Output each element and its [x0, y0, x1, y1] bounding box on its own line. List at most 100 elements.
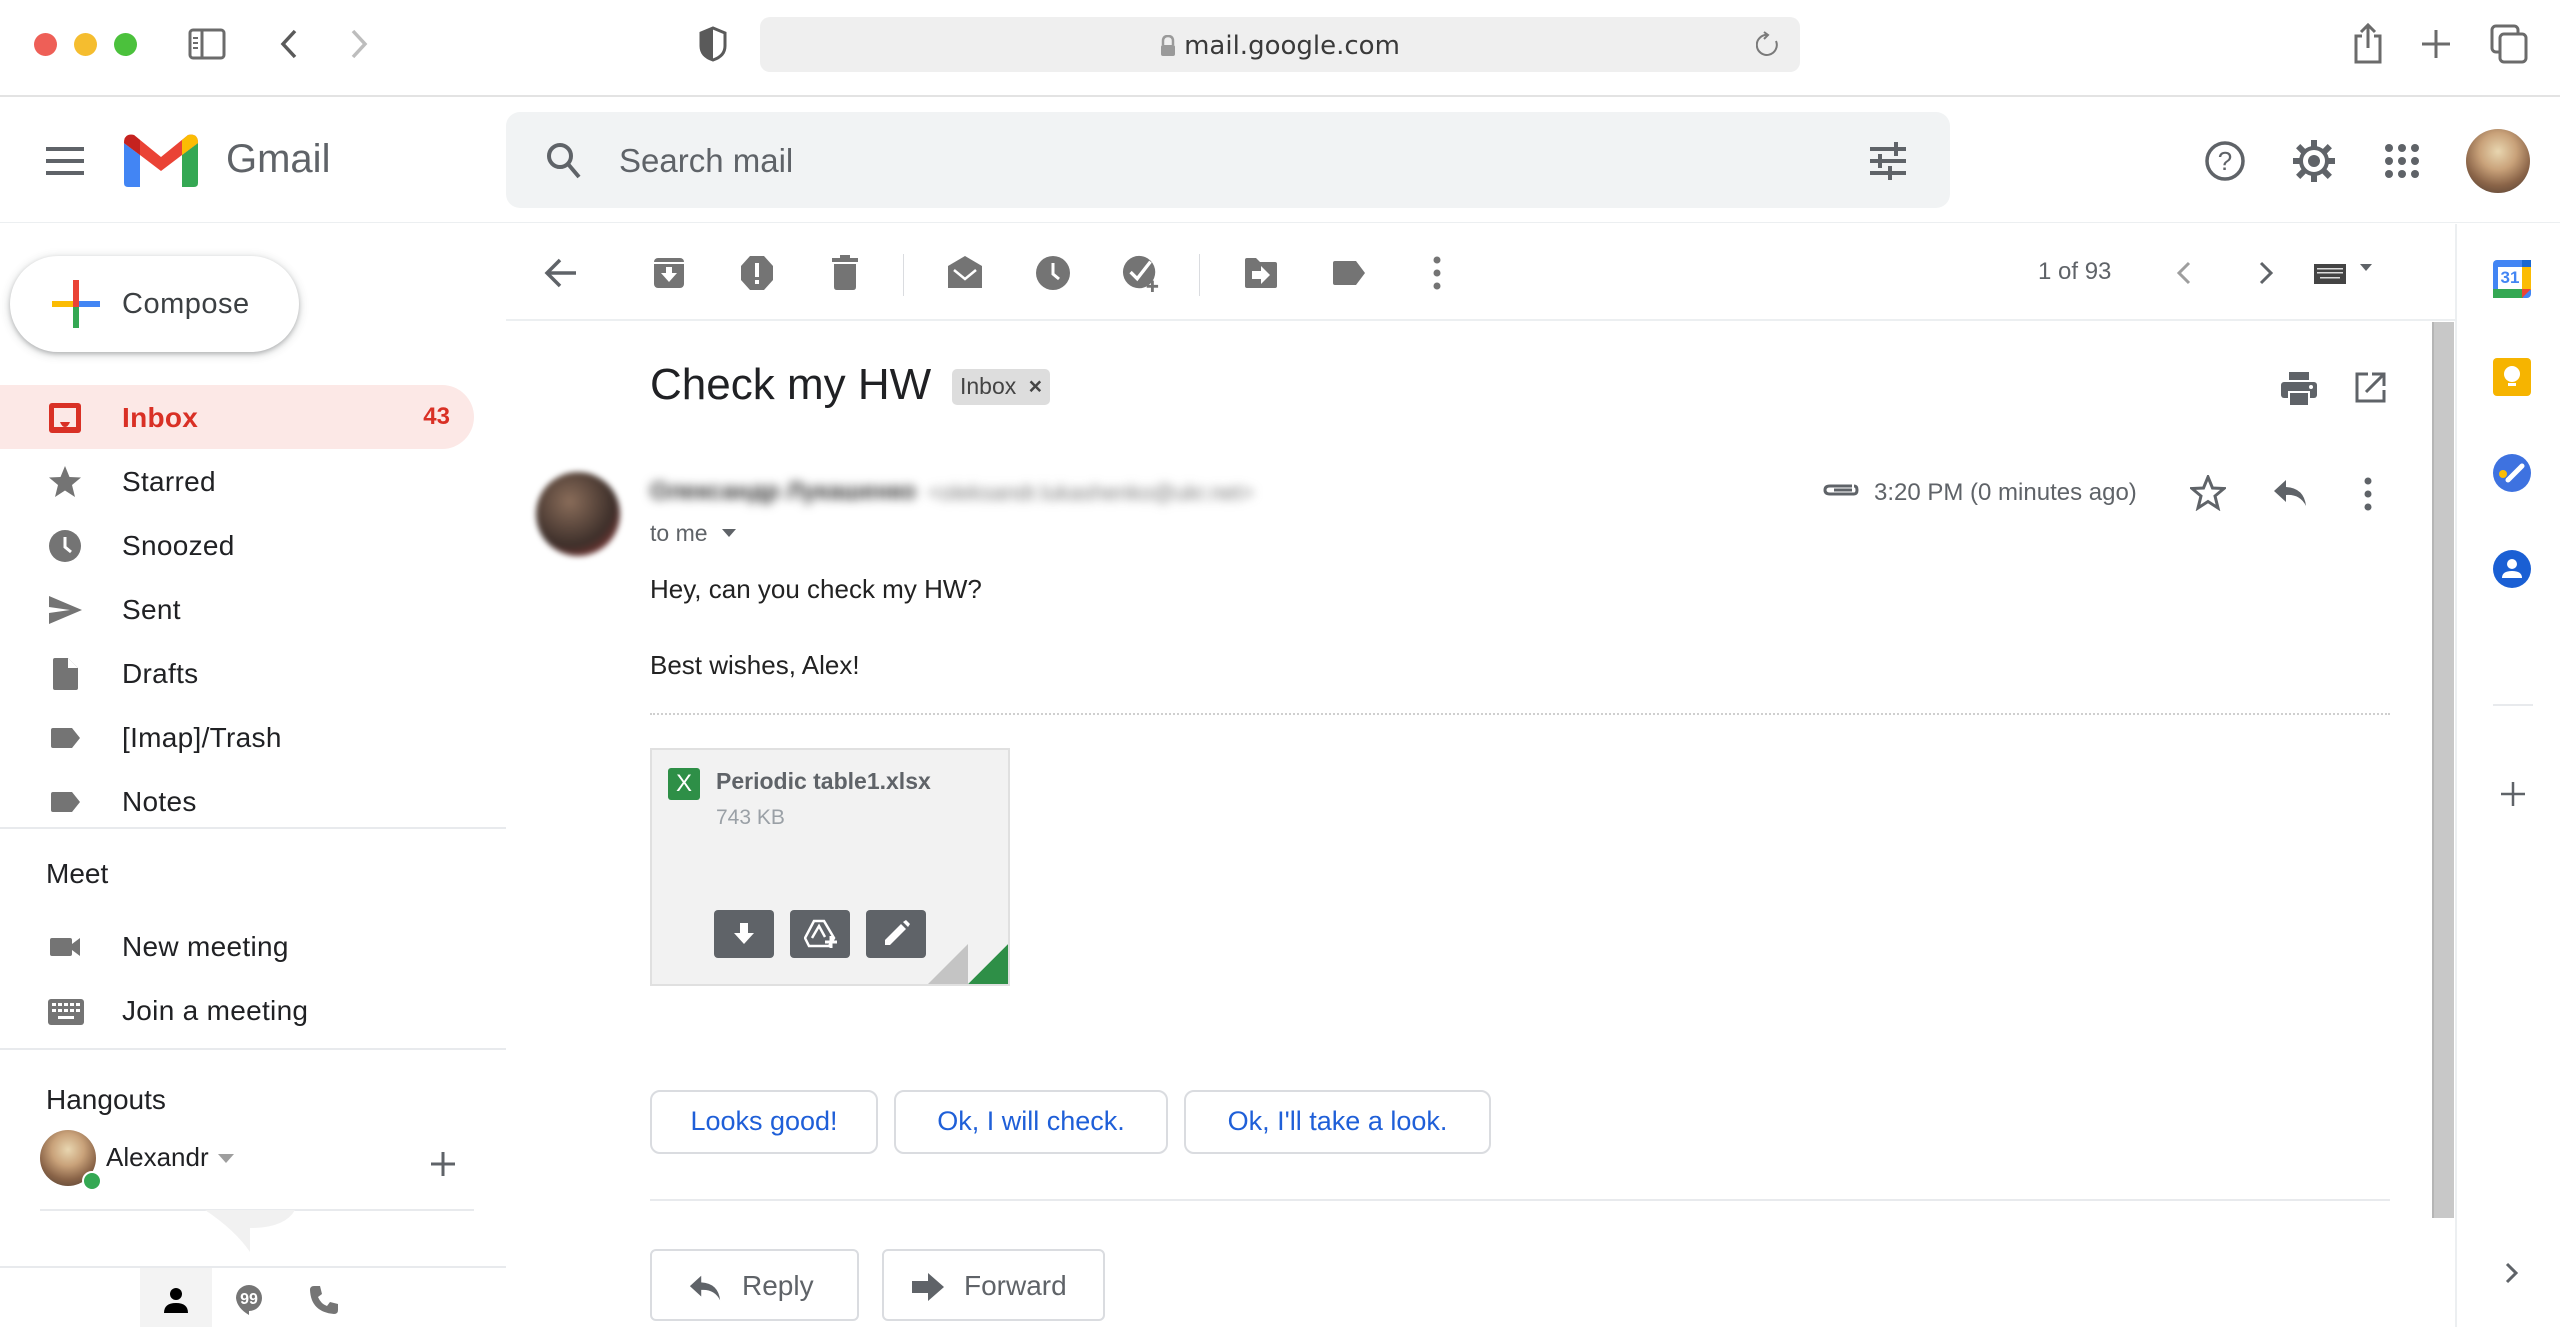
sidebar-item-label: Drafts [122, 658, 199, 689]
get-addons-icon[interactable] [2501, 782, 2525, 806]
add-to-drive-icon [804, 919, 837, 948]
recipients-toggle[interactable]: to me [650, 520, 736, 547]
phone-icon[interactable] [308, 1284, 340, 1316]
input-tools-icon[interactable] [2312, 254, 2382, 292]
forward-icon[interactable] [348, 28, 370, 60]
snooze-icon[interactable] [1034, 254, 1072, 292]
keyboard-icon [48, 999, 84, 1025]
reply-icon[interactable] [2272, 478, 2308, 508]
pager-text: 1 of 93 [2038, 258, 2112, 285]
reply-button[interactable]: Reply [650, 1249, 859, 1321]
share-icon[interactable] [2352, 22, 2384, 64]
sidebar-item-snoozed[interactable]: Snoozed [0, 513, 474, 577]
excel-file-icon: X [668, 768, 700, 800]
inbox-icon [49, 403, 81, 433]
tab-overview-icon[interactable] [2490, 24, 2530, 64]
search-icon[interactable] [546, 142, 582, 180]
meet-join-meeting[interactable]: Join a meeting [0, 978, 474, 1042]
help-icon[interactable]: ? [2204, 140, 2246, 182]
sidebar-toggle-icon[interactable] [188, 28, 226, 60]
star-email-icon[interactable] [2190, 475, 2226, 511]
search-bar[interactable]: Search mail [506, 112, 1950, 208]
forward-arrow-icon [912, 1273, 944, 1301]
email-body-line: Best wishes, Alex! [650, 650, 860, 680]
attachment-card[interactable]: X Periodic table1.xlsx 743 KB [650, 748, 1010, 986]
main-menu-icon[interactable] [46, 147, 84, 175]
hangouts-tab-contacts[interactable] [140, 1268, 212, 1327]
privacy-shield-icon[interactable] [698, 26, 728, 62]
mark-unread-icon[interactable] [946, 254, 984, 292]
lock-icon [1161, 34, 1176, 56]
smart-reply-button[interactable]: Ok, I'll take a look. [1184, 1090, 1491, 1154]
meet-item-label: Join a meeting [122, 995, 309, 1026]
expand-panel-icon[interactable] [2505, 1262, 2519, 1284]
calendar-icon[interactable]: 31 [2493, 260, 2531, 298]
attachment-clip-icon [1823, 484, 1859, 496]
sidebar-item-inbox[interactable]: Inbox 43 [0, 385, 474, 449]
back-arrow-icon[interactable] [542, 254, 580, 292]
gmail-logo[interactable] [124, 133, 198, 187]
online-status-indicator [82, 1171, 102, 1191]
search-options-icon[interactable] [1870, 142, 1906, 180]
settings-icon[interactable] [2292, 139, 2336, 183]
add-to-tasks-icon[interactable] [1122, 254, 1160, 292]
video-camera-icon [50, 938, 80, 956]
open-in-new-window-icon[interactable] [2354, 372, 2386, 404]
move-to-icon[interactable] [1242, 254, 1280, 292]
side-apps-panel: 31 [2455, 224, 2560, 1327]
address-bar[interactable]: mail.google.com [760, 17, 1800, 72]
more-icon[interactable] [1418, 254, 1456, 292]
smart-reply-button[interactable]: Ok, I will check. [894, 1090, 1168, 1154]
back-icon[interactable] [278, 28, 300, 60]
gmail-header: Gmail Search mail ? [0, 99, 2560, 223]
toolbar-separator [1199, 254, 1200, 296]
archive-icon[interactable] [650, 254, 688, 292]
sidebar-item-notes[interactable]: Notes [0, 769, 474, 833]
browser-toolbar: mail.google.com [0, 0, 2560, 97]
close-window-button[interactable] [34, 33, 57, 56]
clock-icon [49, 530, 81, 562]
print-icon[interactable] [2281, 372, 2317, 406]
remove-label-icon[interactable]: × [1029, 373, 1042, 399]
older-icon[interactable] [2246, 254, 2284, 292]
download-attachment-button[interactable] [714, 910, 774, 958]
compose-button[interactable]: Compose [10, 256, 299, 352]
sidebar-item-drafts[interactable]: Drafts [0, 641, 474, 705]
forward-button[interactable]: Forward [882, 1249, 1105, 1321]
sidebar-item-starred[interactable]: Starred [0, 449, 474, 513]
sender-name[interactable]: Олександр Лукашенко [650, 478, 916, 506]
reload-icon[interactable] [1756, 31, 1780, 59]
message-more-icon[interactable] [2362, 477, 2374, 511]
sender-email: <oleksandr.lukashenko@ukr.net> [928, 480, 1254, 505]
tasks-icon[interactable] [2493, 454, 2531, 492]
keep-icon[interactable] [2493, 358, 2531, 396]
status-dropdown-icon[interactable] [218, 1154, 234, 1164]
report-spam-icon[interactable] [738, 254, 776, 292]
main-scrollbar[interactable] [2432, 322, 2454, 1218]
sidebar-item-imap-trash[interactable]: [Imap]/Trash [0, 705, 474, 769]
new-conversation-icon[interactable] [430, 1151, 456, 1177]
search-input[interactable]: Search mail [619, 142, 793, 180]
edit-with-sheets-button[interactable] [866, 910, 926, 958]
contacts-app-icon[interactable] [2493, 550, 2531, 588]
hangouts-user-name[interactable]: Alexandr [106, 1142, 209, 1173]
save-to-drive-button[interactable] [790, 910, 850, 958]
meet-new-meeting[interactable]: New meeting [0, 914, 474, 978]
apps-grid-icon[interactable] [2384, 143, 2420, 179]
forward-label: Forward [964, 1270, 1067, 1301]
sidebar-divider [0, 827, 506, 829]
sidebar-item-label: Snoozed [122, 530, 235, 561]
sender-avatar[interactable] [536, 472, 620, 556]
minimize-window-button[interactable] [74, 33, 97, 56]
newer-icon[interactable] [2166, 254, 2204, 292]
delete-icon[interactable] [826, 254, 864, 292]
zoom-window-button[interactable] [114, 33, 137, 56]
smart-reply-button[interactable]: Looks good! [650, 1090, 878, 1154]
sidebar-item-sent[interactable]: Sent [0, 577, 474, 641]
new-tab-icon[interactable] [2420, 28, 2452, 60]
account-avatar[interactable] [2466, 129, 2530, 193]
hangouts-chat-icon[interactable]: 99 [235, 1284, 263, 1316]
url-text: mail.google.com [1184, 31, 1400, 61]
labels-icon[interactable] [1330, 254, 1368, 292]
apps-divider [2493, 704, 2533, 706]
